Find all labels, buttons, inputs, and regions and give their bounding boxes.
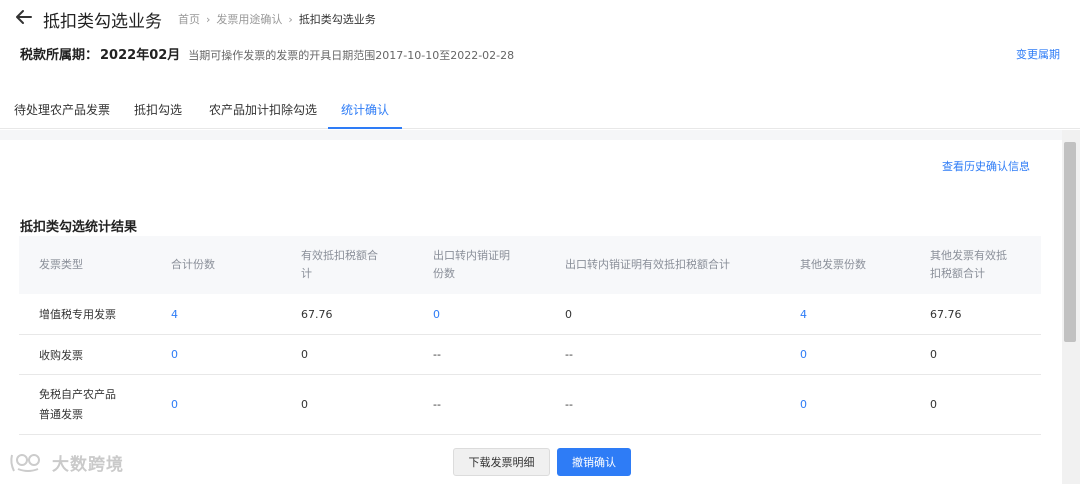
cell-invoice-type: 增值税专用发票 bbox=[39, 308, 116, 321]
column-header-export-count: 出口转内销证明 份数 bbox=[433, 249, 510, 280]
cell-valid-tax: 0 bbox=[301, 397, 308, 411]
cell-export-count: -- bbox=[433, 397, 441, 411]
cell-other-tax: 67.76 bbox=[930, 307, 962, 321]
period-description: 当期可操作发票的发票的开具日期范围2017-10-10至2022-02-28 bbox=[188, 49, 515, 62]
column-header-invoice-type: 发票类型 bbox=[39, 258, 83, 271]
cancel-confirmation-button[interactable]: 撤销确认 bbox=[557, 448, 631, 476]
tab-bar: 待处理农产品发票 抵扣勾选 农产品加计扣除勾选 统计确认 bbox=[0, 92, 1080, 129]
cell-invoice-type: 收购发票 bbox=[39, 348, 83, 362]
statistics-card: 查看历史确认信息 抵扣类勾选统计结果 发票类型 合计份数 有效抵扣税额合计 出口… bbox=[0, 140, 1062, 484]
cell-other-tax: 0 bbox=[930, 397, 937, 411]
footer-actions: 下载发票明细 撤销确认 bbox=[0, 440, 1062, 484]
breadcrumb-current: 抵扣类勾选业务 bbox=[298, 13, 376, 26]
period-value: 2022年02月 bbox=[100, 48, 181, 63]
cell-export-count: -- bbox=[433, 348, 441, 361]
change-period-link[interactable]: 变更属期 bbox=[1016, 46, 1060, 62]
cell-total-count[interactable]: 4 bbox=[152, 308, 282, 321]
main-content: 查看历史确认信息 抵扣类勾选统计结果 发票类型 合计份数 有效抵扣税额合计 出口… bbox=[0, 130, 1062, 484]
cell-other-tax: 0 bbox=[930, 348, 937, 361]
view-history-link[interactable]: 查看历史确认信息 bbox=[942, 158, 1030, 174]
column-header-other-count: 其他发票份数 bbox=[800, 258, 866, 271]
tab-deduction-select[interactable]: 抵扣勾选 bbox=[134, 101, 182, 129]
period-label: 税款所属期： bbox=[20, 48, 99, 63]
breadcrumb: 首页 › 发票用途确认 › 抵扣类勾选业务 bbox=[178, 11, 376, 27]
download-invoice-details-button[interactable]: 下载发票明细 bbox=[453, 448, 550, 476]
header: 抵扣类勾选业务 首页 › 发票用途确认 › 抵扣类勾选业务 bbox=[0, 0, 1080, 36]
column-header-total-count: 合计份数 bbox=[171, 258, 215, 271]
watermark-logo-icon bbox=[10, 453, 40, 472]
cell-valid-tax: 67.76 bbox=[301, 307, 333, 321]
statistics-table: 发票类型 合计份数 有效抵扣税额合计 出口转内销证明 份数 出口转内销证明有效抵扣… bbox=[19, 236, 1041, 435]
page-title: 抵扣类勾选业务 bbox=[43, 12, 162, 32]
breadcrumb-separator-icon: › bbox=[206, 12, 211, 26]
cell-other-count[interactable]: 0 bbox=[781, 395, 911, 415]
cell-other-count[interactable]: 4 bbox=[781, 308, 911, 321]
tab-agricultural-extra-deduction[interactable]: 农产品加计扣除勾选 bbox=[209, 101, 317, 129]
column-header-valid-tax: 有效抵扣税额合计 bbox=[301, 249, 378, 280]
table-row: 增值税专用发票 4 67.76 0 0 4 67.76 bbox=[19, 294, 1041, 335]
cell-other-count[interactable]: 0 bbox=[781, 348, 911, 361]
cell-export-count[interactable]: 0 bbox=[414, 308, 546, 321]
tab-pending-agricultural[interactable]: 待处理农产品发票 bbox=[14, 101, 110, 129]
breadcrumb-home[interactable]: 首页 bbox=[178, 11, 200, 27]
cell-total-count[interactable]: 0 bbox=[152, 348, 282, 361]
watermark-text: 大数跨境 bbox=[52, 455, 124, 475]
period-row: 税款所属期： 2022年02月 当期可操作发票的发票的开具日期范围2017-10… bbox=[20, 44, 1060, 64]
breadcrumb-separator-icon: › bbox=[288, 12, 293, 26]
table-row: 收购发票 0 0 -- -- 0 0 bbox=[19, 335, 1041, 375]
column-header-other-tax: 其他发票有效抵 扣税额合计 bbox=[930, 249, 1007, 280]
cell-export-tax: 0 bbox=[565, 307, 572, 321]
back-arrow-icon[interactable] bbox=[14, 7, 34, 27]
cell-valid-tax: 0 bbox=[301, 348, 308, 361]
breadcrumb-invoice-usage[interactable]: 发票用途确认 bbox=[216, 11, 282, 27]
tab-statistics-confirm[interactable]: 统计确认 bbox=[341, 101, 389, 129]
scrollbar-thumb[interactable] bbox=[1064, 142, 1076, 342]
cell-total-count[interactable]: 0 bbox=[152, 395, 282, 415]
column-header-export-tax: 出口转内销证明有效抵扣税额合计 bbox=[565, 258, 730, 271]
cell-export-tax: -- bbox=[565, 397, 573, 411]
cell-invoice-type: 免税自产农产品 普通发票 bbox=[39, 387, 116, 421]
watermark: 大数跨境 bbox=[8, 450, 124, 475]
section-title: 抵扣类勾选统计结果 bbox=[20, 220, 138, 235]
active-tab-indicator bbox=[328, 127, 402, 129]
table-header: 发票类型 合计份数 有效抵扣税额合计 出口转内销证明 份数 出口转内销证明有效抵扣… bbox=[19, 236, 1041, 294]
cell-export-tax: -- bbox=[565, 348, 573, 361]
table-row: 免税自产农产品 普通发票 0 0 -- -- 0 0 bbox=[19, 375, 1041, 435]
vertical-scrollbar[interactable] bbox=[1062, 130, 1080, 484]
